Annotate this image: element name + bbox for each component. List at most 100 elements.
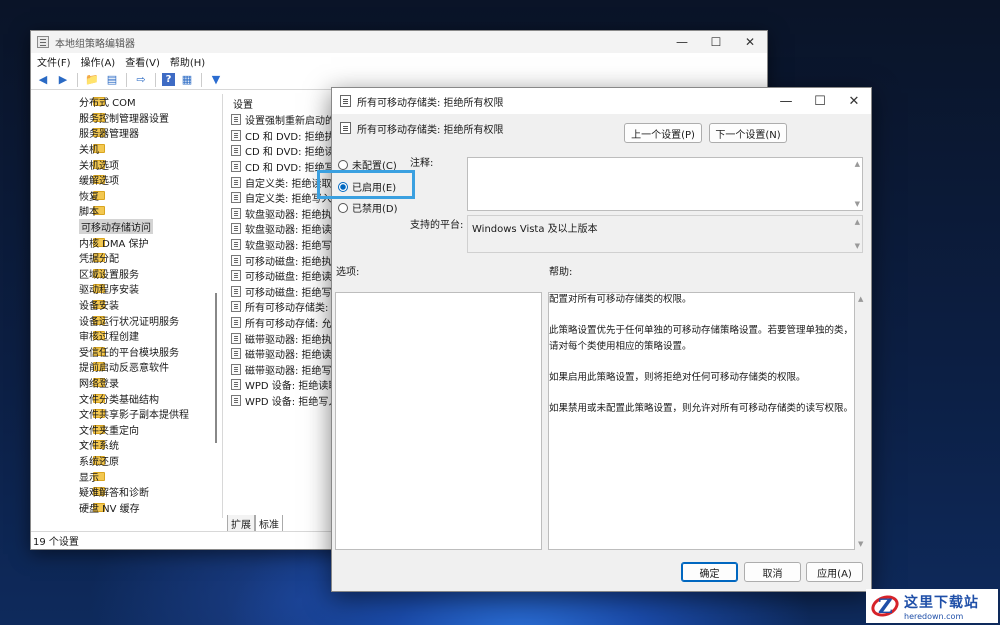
tree-item[interactable]: 驱动程序安装	[31, 281, 222, 297]
apply-button[interactable]: 应用(A)	[806, 562, 863, 582]
policy-setting-icon	[231, 363, 241, 375]
tree-item-label: 服务器管理器	[79, 129, 139, 141]
help-paragraph: 如果启用此策略设置，则将拒绝对任何可移动存储类的权限。	[549, 371, 806, 383]
radio-circle-icon	[338, 159, 348, 170]
export-list-icon[interactable]: ⇨	[133, 72, 149, 88]
tree-item[interactable]: 文件共享影子副本提供程	[31, 406, 222, 422]
setting-name: 磁带驱动器: 拒绝执行	[245, 334, 342, 346]
tree-item-label: 设备运行状况证明服务	[79, 316, 179, 328]
policy-setting-icon	[231, 394, 241, 406]
setting-name: 可移动磁盘: 拒绝写入	[245, 287, 342, 299]
tree-item[interactable]: 文件分类基础结构	[31, 390, 222, 406]
tree-item[interactable]: 缓解选项	[31, 172, 222, 188]
tree-item[interactable]: › 疑难解答和诊断	[31, 484, 222, 500]
help-scroll-down-icon[interactable]: ▼	[858, 540, 863, 548]
scroll-up-icon[interactable]: ▲	[855, 160, 860, 168]
tree-item[interactable]: 关机选项	[31, 156, 222, 172]
tree-item[interactable]: › 分布式 COM	[31, 94, 222, 110]
tree-item[interactable]: › 服务控制管理器设置	[31, 110, 222, 126]
close-icon[interactable]: ✕	[733, 31, 767, 53]
menu-bar: 文件(F) 操作(A) 查看(V) 帮助(H)	[31, 53, 767, 70]
policy-setting-icon	[231, 317, 241, 329]
setting-name: 磁带驱动器: 拒绝读取	[245, 350, 342, 362]
help-icon[interactable]: ?	[162, 73, 175, 86]
properties-icon[interactable]: ▦	[179, 72, 195, 88]
comment-label: 注释:	[410, 158, 434, 169]
tree-item[interactable]: 内核 DMA 保护	[31, 234, 222, 250]
tree-item[interactable]: › 网络登录	[31, 375, 222, 391]
help-paragraph: 配置对所有可移动存储类的权限。	[549, 294, 692, 305]
menu-action[interactable]: 操作(A)	[81, 54, 116, 69]
watermark-logo: Z 这里下载站 heredown.com	[866, 589, 998, 623]
setting-name: 可移动磁盘: 拒绝执行	[245, 256, 342, 268]
tree-item-label: 文件共享影子副本提供程	[79, 410, 189, 422]
platform-field: Windows Vista 及以上版本 ▲ ▼	[467, 215, 863, 253]
tree-item[interactable]: 脚本	[31, 203, 222, 219]
prev-setting-button[interactable]: 上一个设置(P)	[624, 123, 702, 143]
radio-disabled[interactable]: 已禁用(D)	[338, 200, 398, 215]
setting-name: CD 和 DVD: 拒绝执行	[245, 131, 345, 143]
tree-item[interactable]: 显示	[31, 468, 222, 484]
minimize-icon[interactable]: —	[665, 31, 699, 53]
tree-item-label: 缓解选项	[79, 176, 119, 188]
main-window-title: 本地组策略编辑器	[55, 38, 135, 50]
tree-item-label: 凭据分配	[79, 254, 119, 266]
cancel-button[interactable]: 取消	[744, 562, 801, 582]
tree-item[interactable]: 文件夹重定向	[31, 421, 222, 437]
dialog-minimize-icon[interactable]: —	[769, 88, 803, 114]
tree-item[interactable]: 恢复	[31, 188, 222, 204]
scroll-down-icon[interactable]: ▼	[855, 200, 860, 208]
tree-item[interactable]: 服务器管理器	[31, 125, 222, 141]
tree-item-label: 驱动程序安装	[79, 285, 139, 297]
menu-view[interactable]: 查看(V)	[125, 54, 160, 69]
tree-item[interactable]: 系统还原	[31, 453, 222, 469]
policy-setting-icon	[231, 207, 241, 219]
tree-item[interactable]: 可移动存储访问	[31, 219, 222, 235]
dialog-title: 所有可移动存储类: 拒绝所有权限	[357, 97, 504, 109]
ok-button[interactable]: 确定	[681, 562, 738, 582]
policy-setting-icon	[231, 145, 241, 157]
policy-setting-icon	[231, 114, 241, 126]
help-paragraph: 如果禁用或未配置此策略设置，则允许对所有可移动存储类的读写权限。	[549, 402, 854, 414]
tree-item[interactable]: 设备运行状况证明服务	[31, 312, 222, 328]
toolbar-separator	[77, 72, 78, 87]
setting-name: CD 和 DVD: 拒绝读取	[245, 147, 345, 159]
maximize-icon[interactable]: ☐	[699, 31, 733, 53]
tree-item[interactable]: 区域设置服务	[31, 266, 222, 282]
next-setting-button[interactable]: 下一个设置(N)	[709, 123, 787, 143]
scroll-up-icon[interactable]: ▲	[855, 218, 860, 226]
tree-item-label: 脚本	[79, 207, 99, 219]
menu-file[interactable]: 文件(F)	[37, 54, 71, 69]
comment-textarea[interactable]: ▲ ▼	[467, 157, 863, 211]
policy-setting-icon	[231, 379, 241, 391]
help-scroll-up-icon[interactable]: ▲	[858, 295, 863, 303]
tree-scrollbar[interactable]	[215, 293, 217, 443]
menu-help[interactable]: 帮助(H)	[170, 54, 205, 69]
tree-item-label: 区域设置服务	[79, 269, 139, 281]
tree-item[interactable]: 受信任的平台模块服务	[31, 344, 222, 360]
policy-setting-icon	[231, 161, 241, 173]
tree-item[interactable]: 审核过程创建	[31, 328, 222, 344]
tree-item-label: 内核 DMA 保护	[79, 238, 149, 250]
tree-item[interactable]: 凭据分配	[31, 250, 222, 266]
watermark-text-cn: 这里下载站	[904, 594, 979, 611]
dialog-close-icon[interactable]: ✕	[837, 88, 871, 114]
dialog-maximize-icon[interactable]: ☐	[803, 88, 837, 114]
tree-item-label: 疑难解答和诊断	[79, 488, 149, 500]
back-arrow-icon[interactable]: ◀	[35, 72, 51, 88]
show-hide-tree-icon[interactable]: ▤	[104, 72, 120, 88]
tree-item[interactable]: 提前启动反恶意软件	[31, 359, 222, 375]
up-folder-icon[interactable]: 📁	[84, 72, 100, 88]
tree-item[interactable]: › 设备安装	[31, 297, 222, 313]
scroll-down-icon[interactable]: ▼	[855, 242, 860, 250]
radio-disabled-label: 已禁用(D)	[352, 204, 398, 215]
filter-icon[interactable]: ▼	[208, 72, 224, 88]
tree-item[interactable]: 硬盘 NV 缓存	[31, 499, 222, 515]
dialog-subtitle-row: 所有可移动存储类: 拒绝所有权限	[332, 114, 871, 142]
forward-arrow-icon[interactable]: ▶	[55, 72, 71, 88]
tree-item-label: 服务控制管理器设置	[79, 113, 169, 125]
policy-setting-icon	[231, 223, 241, 235]
tree-item[interactable]: 关机	[31, 141, 222, 157]
tree-item[interactable]: › 文件系统	[31, 437, 222, 453]
setting-name: WPD 设备: 拒绝读取	[245, 381, 339, 393]
